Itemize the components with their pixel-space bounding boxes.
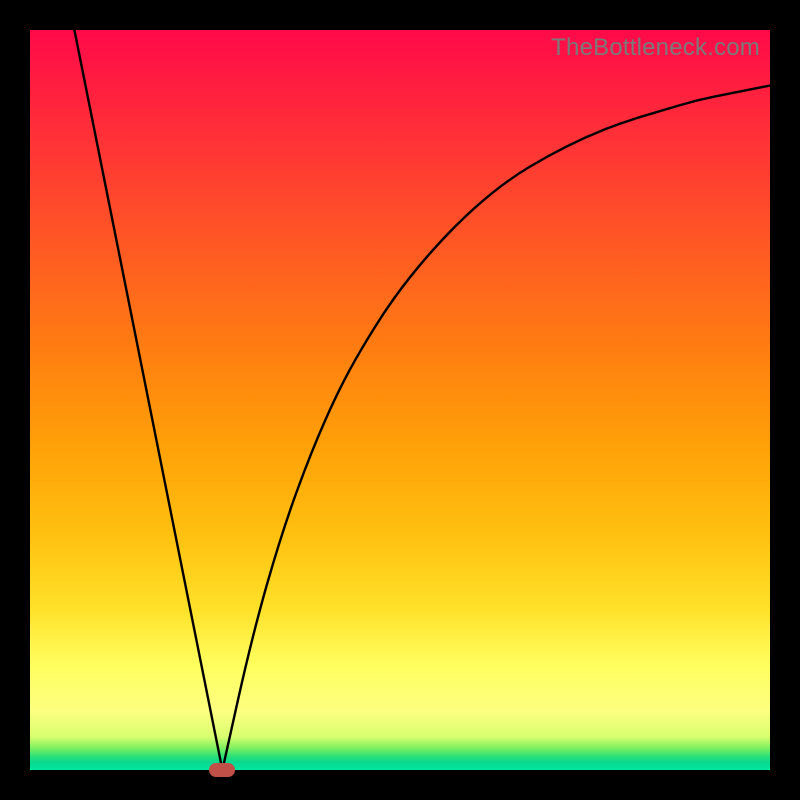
optimal-point-marker — [209, 763, 235, 777]
chart-frame: TheBottleneck.com — [0, 0, 800, 800]
bottleneck-curve — [30, 30, 770, 770]
plot-area: TheBottleneck.com — [30, 30, 770, 770]
curve-path — [74, 30, 770, 770]
